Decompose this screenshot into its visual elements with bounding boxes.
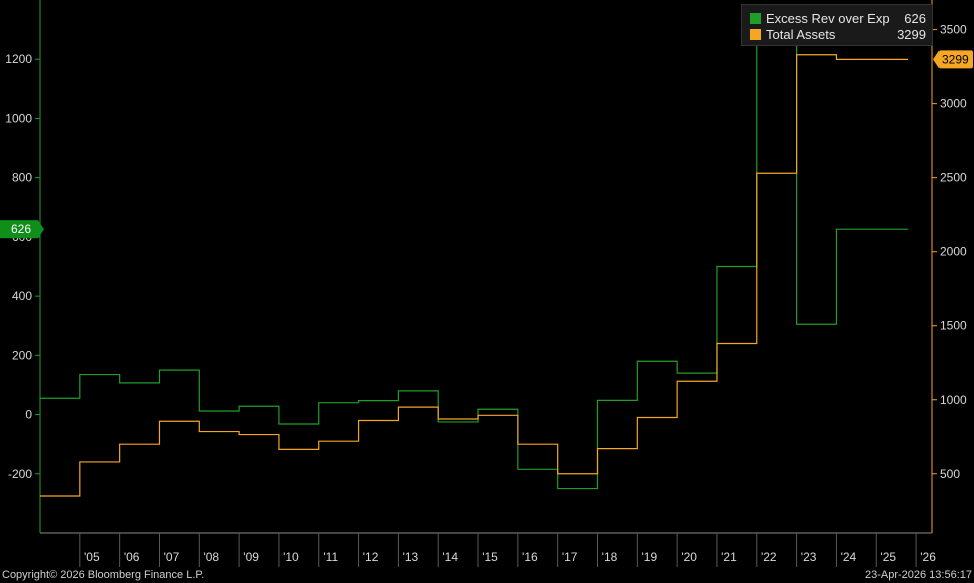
- x-tick-label: '18: [602, 550, 618, 564]
- right-tick-label: 2000: [940, 245, 967, 259]
- legend-item-total-assets: Total Assets 3299: [750, 26, 926, 42]
- right-axis: 500 1000 1500 2000 2500 3000 3500: [931, 0, 967, 533]
- chart: -200020040060080010001200 50010001500200…: [0, 0, 973, 567]
- left-tick-label: 1000: [5, 111, 32, 125]
- left-tick-label: 400: [12, 289, 32, 303]
- x-tick-label: '24: [841, 550, 857, 564]
- x-tick-label: '23: [801, 550, 817, 564]
- left-tick-label: 200: [12, 348, 32, 362]
- copyright-text: Copyright© 2026 Bloomberg Finance L.P.: [2, 569, 205, 581]
- legend-value: 626: [904, 10, 926, 26]
- x-tick-label: '11: [323, 550, 338, 564]
- timestamp-text: 23-Apr-2026 13:56:17: [864, 569, 972, 581]
- x-tick-label: '06: [124, 550, 140, 564]
- x-tick-label: '05: [84, 550, 100, 564]
- badge-value-excess-rev: 626: [11, 222, 31, 236]
- x-tick-label: '13: [403, 550, 419, 564]
- legend-value: 3299: [897, 26, 926, 42]
- right-tick-label: 1000: [940, 393, 967, 407]
- x-tick-label: '26: [920, 550, 936, 564]
- right-tick-label: 500: [940, 467, 960, 481]
- x-tick-label: '08: [203, 550, 219, 564]
- x-tick-label: '09: [243, 550, 259, 564]
- legend-label: Total Assets: [766, 26, 836, 42]
- x-axis: '05 '06 '07 '08 '09 '10 '11 '12 '13 '14 '15 '16 '17 '…: [40, 532, 936, 567]
- x-tick-label: '15: [482, 550, 498, 564]
- left-tick-label: 1200: [5, 52, 32, 66]
- left-tick-label: 0: [25, 408, 32, 422]
- x-tick-label: '21: [721, 550, 737, 564]
- x-tick-label: '10: [283, 550, 299, 564]
- badge-pointer-total-assets: [933, 50, 939, 69]
- x-tick-label: '17: [562, 550, 578, 564]
- last-value-badges: 626 3299: [0, 50, 973, 239]
- right-tick-label: 3500: [940, 23, 967, 37]
- series-line-excess-rev: [40, 33, 909, 490]
- x-tick-label: '22: [761, 550, 777, 564]
- x-tick-label: '25: [880, 550, 896, 564]
- left-tick-label: 800: [12, 171, 32, 185]
- legend-swatch: [750, 12, 761, 24]
- legend-item-excess-rev: Excess Rev over Exp 626: [750, 10, 926, 26]
- right-tick-label: 3000: [940, 97, 967, 111]
- series-layer: [40, 33, 909, 497]
- x-tick-label: '20: [681, 550, 697, 564]
- series-line-total-assets: [40, 54, 909, 497]
- x-tick-label: '12: [363, 550, 379, 564]
- x-tick-label: '16: [522, 550, 538, 564]
- left-axis: -200020040060080010001200: [5, 0, 41, 533]
- badge-value-total-assets: 3299: [942, 52, 969, 66]
- legend-label: Excess Rev over Exp: [766, 10, 890, 26]
- x-tick-label: '07: [164, 550, 180, 564]
- right-tick-label: 2500: [940, 171, 967, 185]
- left-tick-label: -200: [8, 467, 32, 481]
- x-tick-label: '19: [642, 550, 658, 564]
- legend: Excess Rev over Exp 626 Total Assets 329…: [741, 4, 933, 46]
- legend-swatch: [750, 28, 761, 40]
- badge-pointer-excess-rev: [38, 220, 44, 239]
- x-tick-label: '14: [442, 550, 458, 564]
- right-tick-label: 1500: [940, 319, 967, 333]
